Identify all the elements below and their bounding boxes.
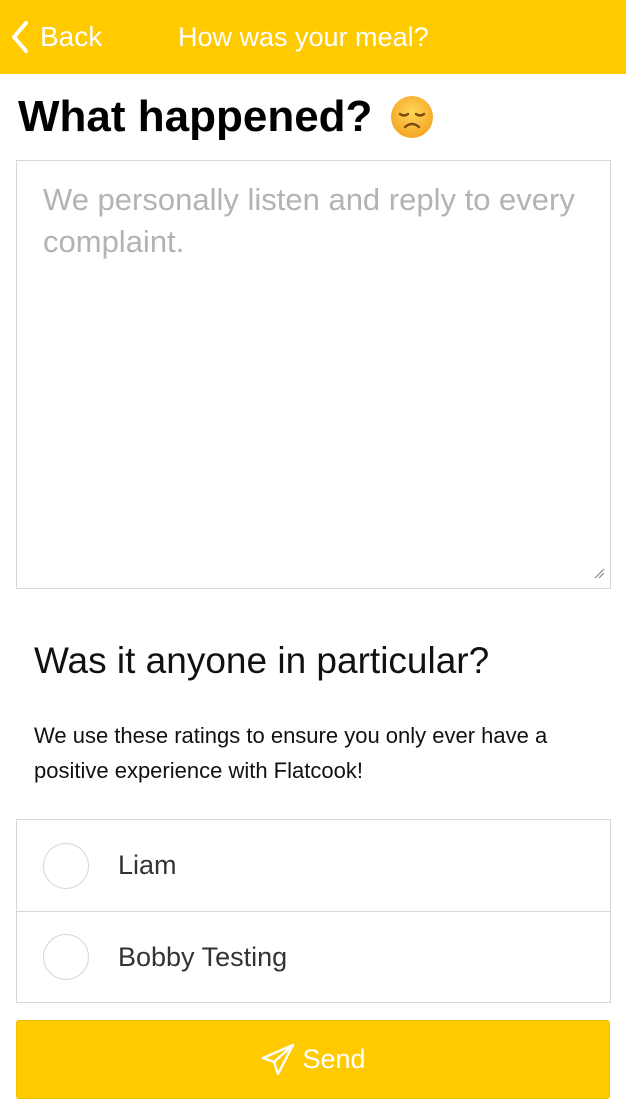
navigation-bar: Back How was your meal?	[0, 0, 626, 74]
complaint-field-container	[16, 160, 611, 589]
person-name: Bobby Testing	[118, 941, 288, 972]
radio-button[interactable]	[43, 842, 89, 889]
page-heading-text: What happened?	[18, 92, 373, 141]
person-name: Liam	[118, 850, 177, 880]
send-label: Send	[302, 1044, 366, 1074]
resize-grip-icon[interactable]	[593, 567, 605, 579]
paper-plane-icon	[262, 1043, 295, 1075]
back-label: Back	[40, 21, 103, 52]
send-button[interactable]: Send	[16, 1020, 610, 1099]
nav-title: How was your meal?	[178, 21, 429, 52]
person-list: Liam Bobby Testing	[16, 819, 611, 1003]
person-option-bobby-testing[interactable]: Bobby Testing	[17, 911, 610, 1002]
people-section-description: We use these ratings to ensure you only …	[34, 723, 548, 783]
person-option-liam[interactable]: Liam	[17, 820, 610, 911]
disappointed-face-icon	[391, 96, 434, 138]
radio-button[interactable]	[43, 934, 89, 980]
back-button[interactable]: Back	[10, 0, 102, 74]
people-section-title: Was it anyone in particular?	[34, 640, 490, 681]
chevron-left-icon	[12, 21, 28, 53]
complaint-textarea[interactable]	[17, 161, 610, 588]
page-heading: What happened?	[18, 88, 434, 146]
